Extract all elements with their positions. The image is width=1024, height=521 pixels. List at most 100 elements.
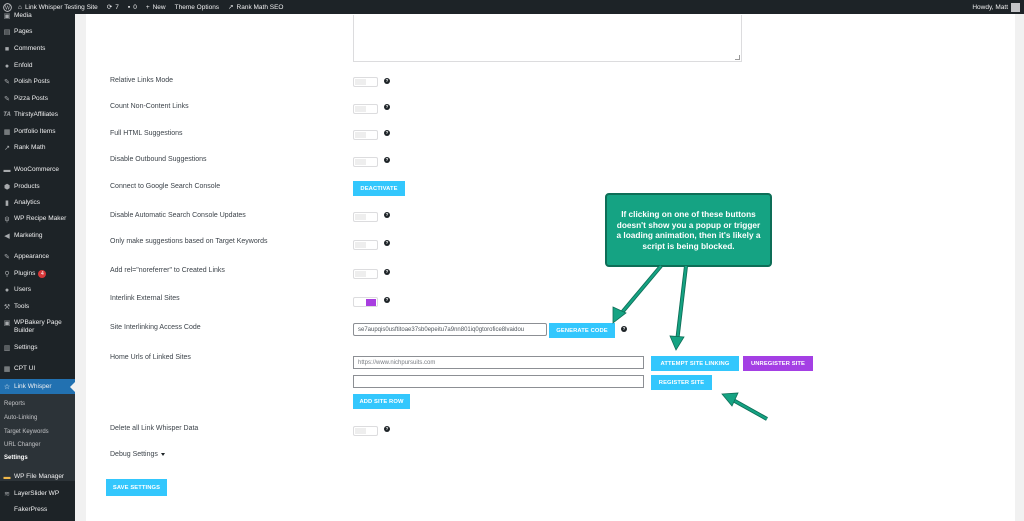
sidebar-item-products[interactable]: ⬢ Products [0,183,75,191]
sidebar-item-users[interactable]: ● Users [0,286,75,294]
generate-code-button[interactable]: GENERATE CODE [549,323,615,338]
register-site-button[interactable]: REGISTER SITE [651,375,712,390]
access-code-label: Site Interlinking Access Code [110,324,201,331]
updates-link[interactable]: ⟳ 7 [106,3,119,12]
plugins-update-badge: 4 [38,270,47,278]
tools-icon: ⚒ [3,304,11,311]
theme-options-link[interactable]: Theme Options [175,4,219,11]
sidebar-item-thirstyaffiliates[interactable]: TA ThirstyAffiliates [0,111,75,119]
count-non-content-toggle[interactable] [353,104,378,114]
count-non-content-label: Count Non-Content Links [110,103,189,110]
marketing-icon: ◀ [4,233,10,240]
products-icon: ⬢ [3,184,11,191]
help-icon[interactable]: ? [384,212,390,218]
sidebar-item-fakerpress[interactable]: FakerPress [0,506,75,514]
sidebar-item-pages[interactable]: ▤ Pages [0,28,75,36]
noreferrer-label: Add rel="noreferrer" to Created Links [110,267,225,274]
full-html-label: Full HTML Suggestions [110,130,183,137]
attempt-site-linking-button[interactable]: ATTEMPT SITE LINKING [651,356,739,371]
sidebar-item-rank-math[interactable]: ↗ Rank Math [0,144,75,152]
sidebar-item-plugins[interactable]: ⚲ Plugins 4 [0,270,75,278]
site-name-link[interactable]: ⌂ Link Whisper Testing Site [18,4,98,11]
sidebar-item-comments[interactable]: ■ Comments [0,45,75,53]
sidebar-item-link-whisper[interactable]: ☆ Link Whisper [0,379,75,394]
help-icon[interactable]: ? [384,297,390,303]
linked-site-url-input-2[interactable] [353,375,644,388]
help-icon[interactable]: ? [621,326,627,332]
add-site-row-button[interactable]: ADD SITE ROW [353,394,410,409]
caret-down-icon [160,452,165,456]
sidebar-item-appearance[interactable]: ✎ Appearance [0,253,75,261]
sidebar-item-wp-recipe-maker[interactable]: ψ WP Recipe Maker [0,215,75,223]
sidebar-item-marketing[interactable]: ◀ Marketing [0,232,75,240]
sidebar-item-polish-posts[interactable]: ✎ Polish Posts [0,78,75,86]
updates-icon: ⟳ [106,4,113,11]
delete-data-label: Delete all Link Whisper Data [110,425,199,432]
comments-link[interactable]: ▪ 0 [128,4,137,11]
avatar [1011,2,1020,12]
plugins-icon: ⚲ [4,271,10,278]
help-icon[interactable]: ? [384,130,390,136]
star-icon: ☆ [3,383,11,391]
help-icon[interactable]: ? [384,426,390,432]
access-code-field[interactable]: se7aupqis0usftitoae37sb0epeitu7a9nn801iq… [353,323,547,336]
deactivate-button[interactable]: DEACTIVATE [353,181,405,196]
pages-icon: ▤ [3,29,11,36]
rank-math-icon: ↗ [228,4,234,11]
users-icon: ● [4,286,10,294]
wpbakery-icon: ▣ [3,320,11,327]
help-icon[interactable]: ? [384,78,390,84]
interlink-external-label: Interlink External Sites [110,295,180,302]
new-content-link[interactable]: + New [146,4,166,11]
account-menu[interactable]: Howdy, Matt [972,0,1020,14]
submenu-item-auto-linking[interactable]: Auto-Linking [4,415,37,421]
settings-textarea[interactable] [353,15,742,62]
debug-settings-toggle[interactable]: Debug Settings [110,451,165,458]
help-icon[interactable]: ? [384,240,390,246]
debug-settings-label: Debug Settings [110,451,158,458]
portfolio-icon: ▦ [3,129,11,136]
rank-math-link[interactable]: ↗ Rank Math SEO [228,3,283,12]
woocommerce-icon: ▬ [3,166,11,174]
unregister-site-button[interactable]: UNREGISTER SITE [743,356,813,371]
sidebar-item-cpt-ui[interactable]: ▦ CPT UI [0,365,75,373]
home-urls-label: Home Urls of Linked Sites [110,354,191,361]
comments-icon: ■ [4,45,10,53]
delete-data-toggle[interactable] [353,426,378,436]
admin-sidebar: ▣ Media ▤ Pages ■ Comments ● Enfold ✎ Polish … [0,12,75,521]
svg-text:W: W [4,5,10,11]
full-html-toggle[interactable] [353,130,378,140]
interlink-external-toggle[interactable] [353,297,378,307]
noreferrer-toggle[interactable] [353,269,378,279]
sidebar-item-enfold[interactable]: ● Enfold [0,62,75,70]
relative-links-toggle[interactable] [353,77,378,87]
only-target-keywords-toggle[interactable] [353,240,378,250]
submenu-item-target-keywords[interactable]: Target Keywords [4,429,49,435]
sidebar-item-tools[interactable]: ⚒ Tools [0,303,75,311]
sidebar-item-layerslider[interactable]: ≋ LayerSlider WP [0,490,75,498]
sidebar-item-wp-file-manager[interactable]: ▬ WP File Manager [0,473,75,481]
help-icon[interactable]: ? [384,104,390,110]
submenu-item-url-changer[interactable]: URL Changer [4,442,40,448]
resize-handle-icon[interactable] [735,55,740,60]
sidebar-item-woocommerce[interactable]: ▬ WooCommerce [0,166,75,174]
submenu-item-settings[interactable]: Settings [4,455,28,461]
help-icon[interactable]: ? [384,269,390,275]
sidebar-item-analytics[interactable]: ▮ Analytics [0,199,75,207]
save-settings-button[interactable]: SAVE SETTINGS [106,479,167,496]
sidebar-item-media[interactable]: ▣ Media [0,12,75,20]
sidebar-item-portfolio-items[interactable]: ▦ Portfolio Items [0,128,75,136]
layerslider-icon: ≋ [4,491,10,498]
disable-outbound-toggle[interactable] [353,157,378,167]
analytics-icon: ▮ [5,200,9,207]
sidebar-item-wpbakery[interactable]: ▣ WPBakery Page Builder [0,319,75,335]
disable-console-updates-toggle[interactable] [353,212,378,222]
help-icon[interactable]: ? [384,157,390,163]
submenu-item-reports[interactable]: Reports [4,401,25,407]
sidebar-item-settings[interactable]: ▥ Settings [0,344,75,352]
media-icon: ▣ [3,13,11,20]
admin-bar: W ⌂ Link Whisper Testing Site ⟳ 7 ▪ 0 + … [0,0,1024,14]
sidebar-item-pizza-posts[interactable]: ✎ Pizza Posts [0,95,75,103]
linked-site-url-input[interactable]: https://www.nichpursuits.com [353,356,644,369]
disable-console-updates-label: Disable Automatic Search Console Updates [110,212,246,219]
